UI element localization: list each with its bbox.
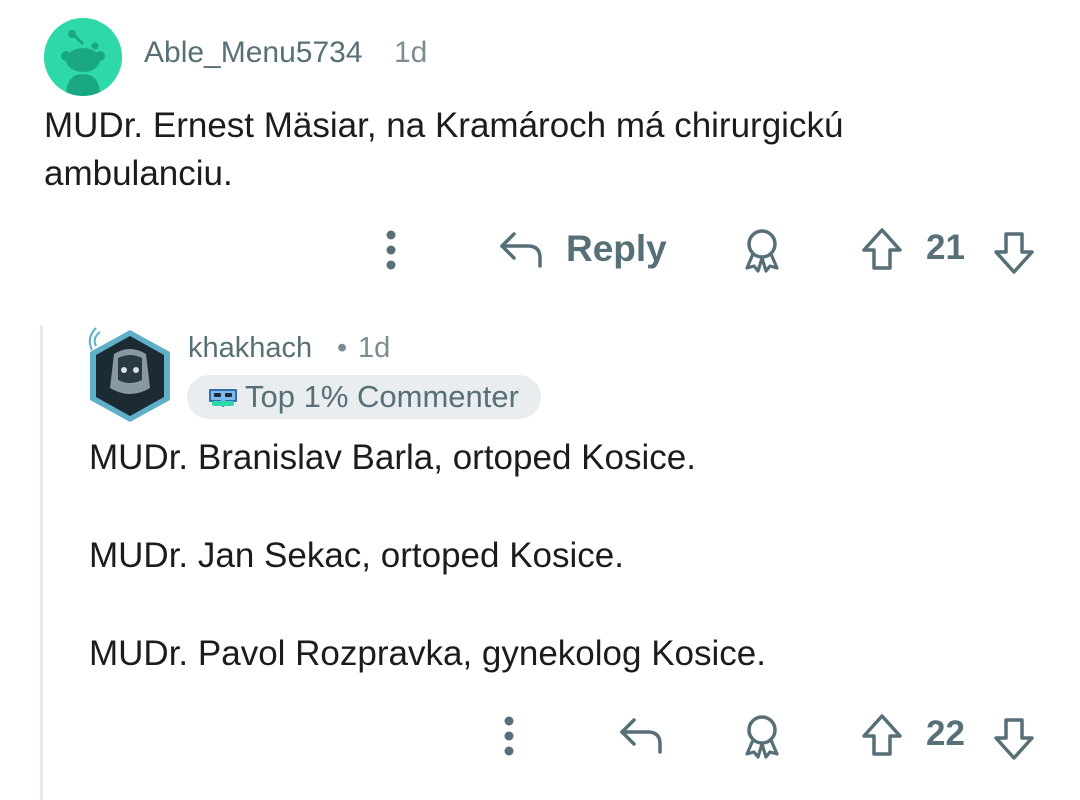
reply-author[interactable]: khakhach	[188, 332, 312, 365]
flair-label: Top 1% Commenter	[245, 379, 519, 414]
commenter-badge-icon	[209, 389, 237, 407]
thread-line[interactable]	[40, 325, 43, 800]
reply-body-line: MUDr. Branislav Barla, ortoped Kosice.	[89, 438, 696, 477]
downvote-icon[interactable]	[992, 228, 1036, 276]
more-options-icon[interactable]	[378, 228, 404, 272]
award-icon[interactable]	[740, 712, 784, 760]
vote-score: 21	[926, 228, 965, 267]
reply-timestamp: 1d	[358, 332, 391, 364]
vote-score: 22	[926, 714, 965, 753]
avatar[interactable]	[84, 326, 176, 426]
comment-thread: Able_Menu5734 1d MUDr. Ernest Mäsiar, na…	[0, 0, 1080, 800]
reply-button[interactable]: Reply	[566, 228, 667, 270]
user-flair-badge: Top 1% Commenter	[187, 375, 541, 419]
upvote-icon[interactable]	[860, 712, 904, 760]
comment-author[interactable]: Able_Menu5734	[144, 36, 363, 70]
award-icon[interactable]	[740, 226, 784, 274]
reply-body-line: MUDr. Pavol Rozpravka, gynekolog Kosice.	[89, 634, 766, 673]
comment-timestamp: 1d	[394, 36, 428, 69]
comment-body: MUDr. Ernest Mäsiar, na Kramároch má chi…	[44, 106, 844, 193]
meta-separator: •	[337, 332, 348, 364]
more-options-icon[interactable]	[496, 714, 522, 758]
avatar[interactable]	[44, 18, 122, 96]
snoo-avatar-icon	[44, 18, 122, 96]
reply-arrow-icon[interactable]	[618, 714, 666, 758]
reply-body-line: MUDr. Jan Sekac, ortoped Kosice.	[89, 536, 624, 575]
downvote-icon[interactable]	[992, 714, 1036, 762]
reply-arrow-icon[interactable]	[498, 228, 546, 272]
upvote-icon[interactable]	[860, 226, 904, 274]
